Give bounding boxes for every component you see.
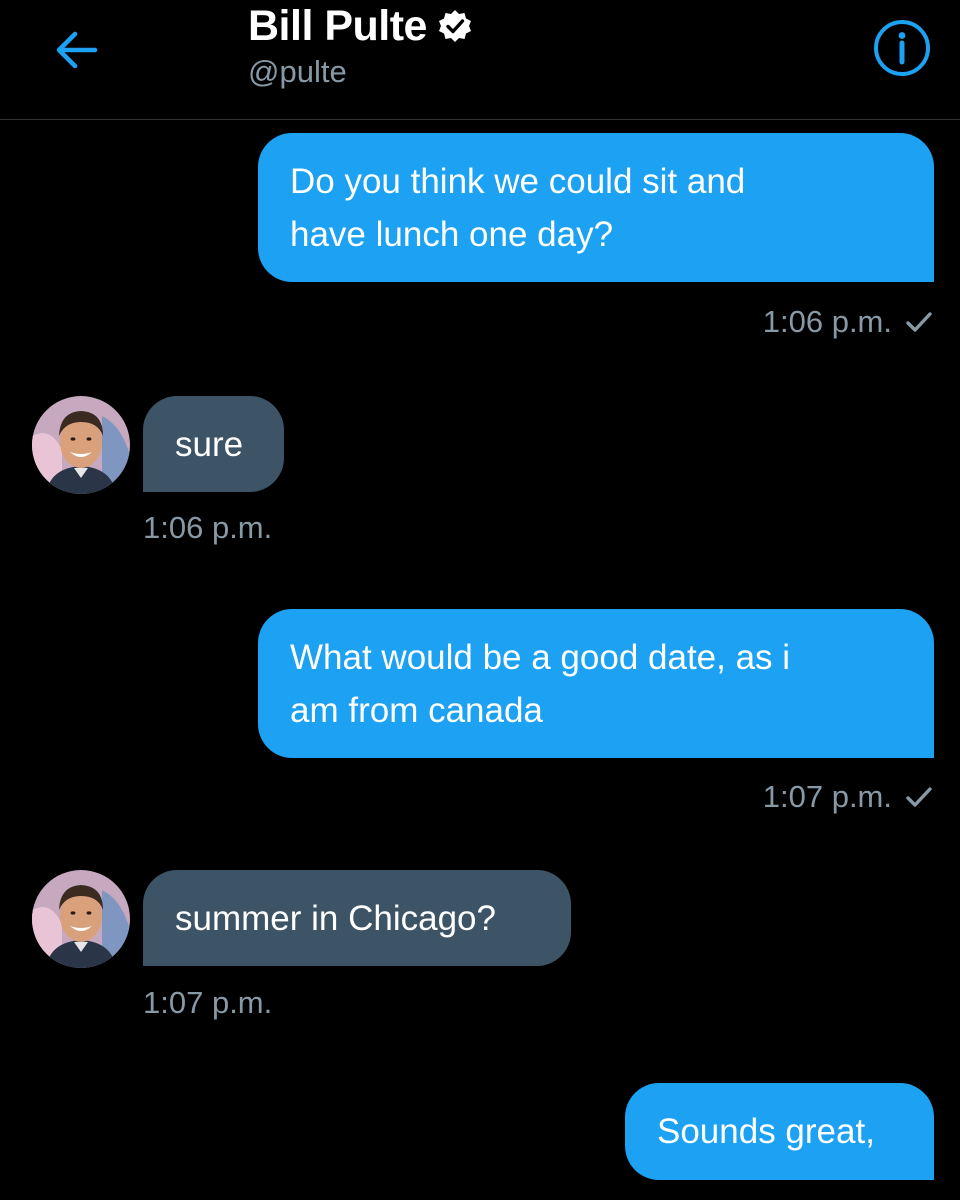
message-text-line: summer in Chicago?: [175, 898, 496, 938]
outgoing-message-bubble[interactable]: Do you think we could sit and have lunch…: [258, 133, 934, 282]
back-button[interactable]: [48, 22, 104, 78]
timestamp-text: 1:06 p.m.: [762, 304, 892, 339]
verified-badge-icon: [437, 8, 473, 44]
conversation-title[interactable]: Bill Pulte @pulte: [248, 0, 473, 90]
message-timestamp: 1:07 p.m.: [763, 775, 932, 819]
message-timestamp: 1:07 p.m.: [143, 985, 273, 1020]
timestamp-text: 1:07 p.m.: [762, 779, 892, 814]
incoming-message-bubble[interactable]: summer in Chicago?: [143, 870, 571, 966]
contact-name: Bill Pulte: [248, 1, 427, 50]
outgoing-message-bubble[interactable]: What would be a good date, as i am from …: [258, 609, 934, 758]
outgoing-message-bubble[interactable]: Sounds great,: [625, 1083, 934, 1180]
message-text-line: have lunch one day?: [290, 215, 614, 254]
message-text-line: Do you think we could sit and: [290, 162, 746, 201]
info-circle-icon: [874, 20, 930, 76]
message-text-line: What would be a good date, as i: [290, 638, 791, 677]
conversation-header: Bill Pulte @pulte: [0, 0, 960, 120]
avatar[interactable]: [32, 396, 130, 494]
message-text-line: sure: [175, 424, 244, 464]
check-icon: [906, 312, 932, 332]
check-icon: [906, 787, 932, 807]
message-timestamp: 1:06 p.m.: [143, 510, 273, 545]
avatar[interactable]: [32, 870, 130, 968]
info-button[interactable]: [872, 18, 932, 78]
message-text-line: Sounds great,: [657, 1112, 875, 1151]
message-timestamp: 1:06 p.m.: [763, 300, 932, 344]
contact-handle: @pulte: [248, 54, 347, 89]
arrow-left-icon: [56, 31, 98, 69]
message-text-line: am from canada: [290, 691, 543, 730]
incoming-message-bubble[interactable]: sure: [143, 396, 284, 492]
